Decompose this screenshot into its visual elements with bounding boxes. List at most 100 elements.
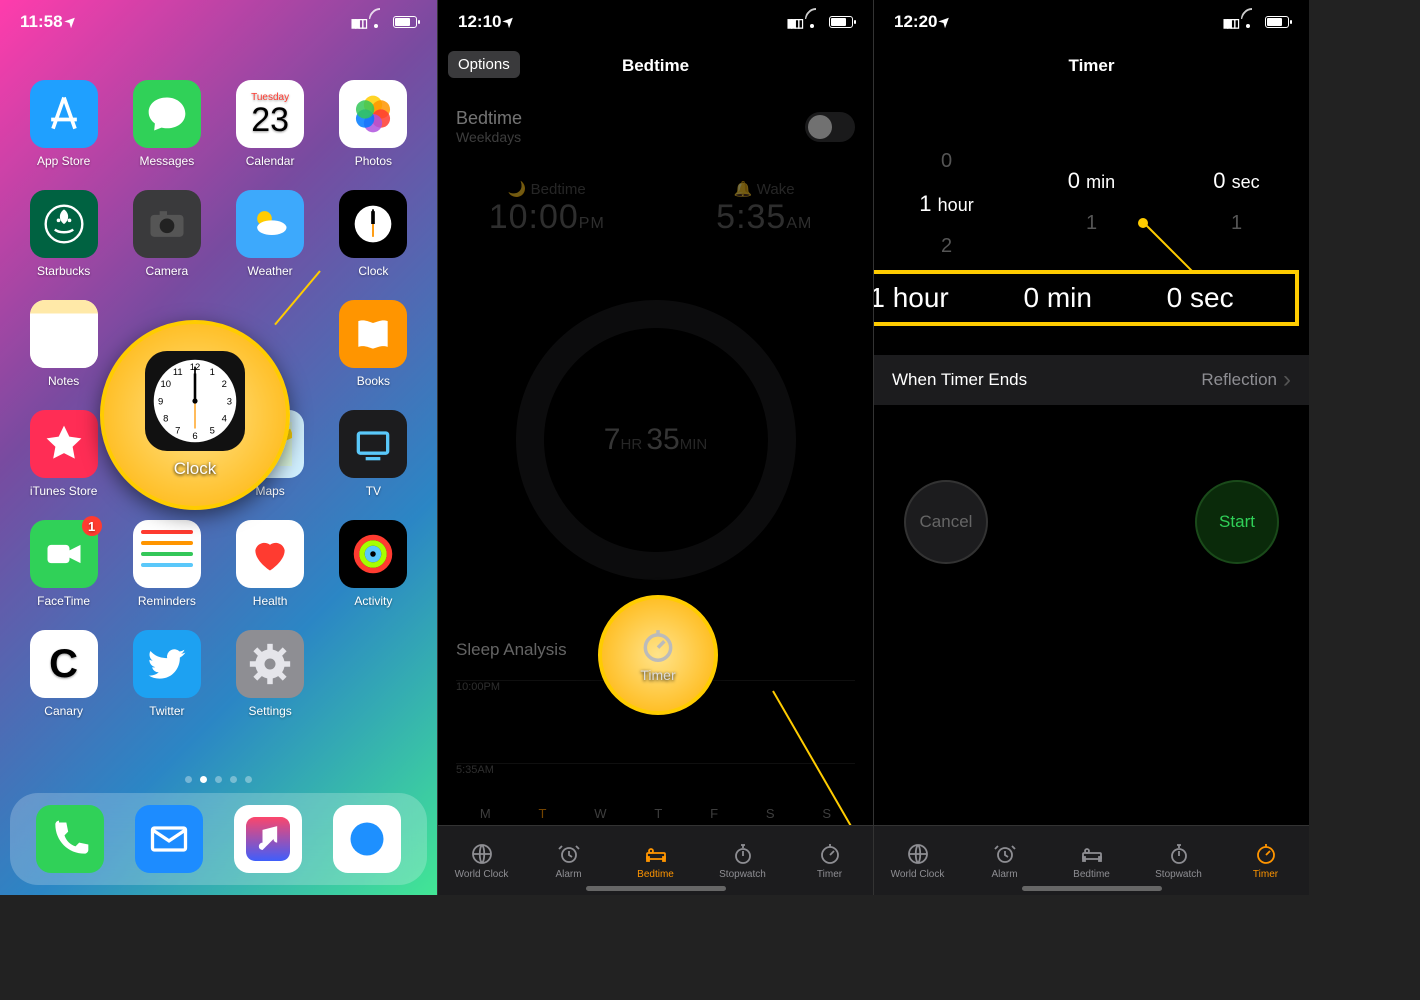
app-twitter[interactable]: Twitter	[121, 630, 212, 718]
canary-icon[interactable]: C	[30, 630, 98, 698]
svg-text:11: 11	[173, 367, 183, 378]
picker-unit: hour	[938, 195, 974, 215]
home-indicator[interactable]	[586, 886, 726, 891]
app-camera[interactable]: Camera	[121, 190, 212, 278]
tab-stopwatch[interactable]: Stopwatch	[699, 826, 786, 895]
app-calendar[interactable]: Tuesday23 Calendar	[225, 80, 316, 168]
tab-world-clock[interactable]: World Clock	[438, 826, 525, 895]
app-label: Clock	[358, 264, 388, 278]
dock-app-phone[interactable]	[36, 805, 104, 873]
app-tv[interactable]: TV	[328, 410, 419, 498]
app-reminders[interactable]: Reminders	[121, 520, 212, 608]
page-dot[interactable]	[230, 776, 237, 783]
location-icon	[941, 12, 952, 32]
tab-alarm[interactable]: Alarm	[525, 826, 612, 895]
tab-stopwatch[interactable]: Stopwatch	[1135, 826, 1222, 895]
zoom-callout-timer: Timer	[598, 595, 718, 715]
cancel-button[interactable]: Cancel	[904, 480, 988, 564]
app-books[interactable]: Books	[328, 300, 419, 388]
app-label: Canary	[44, 704, 83, 718]
app-label: Calendar	[246, 154, 295, 168]
cancel-button-label: Cancel	[920, 512, 973, 532]
tv-icon[interactable]	[339, 410, 407, 478]
app-weather[interactable]: Weather	[225, 190, 316, 278]
tab-timer[interactable]: Timer	[786, 826, 873, 895]
photos-icon[interactable]	[339, 80, 407, 148]
day-label: T	[654, 806, 662, 821]
home-indicator[interactable]	[1022, 886, 1162, 891]
bedtime-toggle[interactable]	[805, 112, 855, 142]
tab-timer[interactable]: Timer	[1222, 826, 1309, 895]
options-button[interactable]: Options	[448, 51, 520, 78]
svg-text:10: 10	[161, 379, 172, 390]
sleep-duration-hours: 7	[604, 423, 621, 456]
app-photos[interactable]: Photos	[328, 80, 419, 168]
panel-clock-bedtime: 12:10 Options Bedtime Bedtime Weekdays 🌙…	[437, 0, 873, 895]
star-icon[interactable]	[30, 410, 98, 478]
camera-icon[interactable]	[133, 190, 201, 258]
app-label: iTunes Store	[30, 484, 98, 498]
timer-icon	[818, 842, 842, 866]
timer-icon	[1254, 842, 1278, 866]
page-dot[interactable]	[185, 776, 192, 783]
heart-icon[interactable]	[236, 520, 304, 588]
video-icon[interactable]: 1	[30, 520, 98, 588]
start-button[interactable]: Start	[1195, 480, 1279, 564]
weather-icon[interactable]	[236, 190, 304, 258]
when-timer-ends-row[interactable]: When Timer Ends Reflection	[874, 355, 1309, 405]
page-indicator[interactable]	[0, 776, 437, 783]
app-health[interactable]: Health	[225, 520, 316, 608]
gear-icon[interactable]	[236, 630, 304, 698]
bedtime-col-label: Bedtime	[531, 181, 586, 198]
tab-bedtime[interactable]: Bedtime	[612, 826, 699, 895]
app-activity[interactable]: Activity	[328, 520, 419, 608]
app-facetime[interactable]: 1FaceTime	[18, 520, 109, 608]
page-dot[interactable]	[215, 776, 222, 783]
nav-bar: Timer	[874, 44, 1309, 88]
tab-alarm[interactable]: Alarm	[961, 826, 1048, 895]
page-dot[interactable]	[245, 776, 252, 783]
page-dot-active[interactable]	[200, 776, 207, 783]
reminders-icon[interactable]	[133, 520, 201, 588]
location-icon	[67, 12, 78, 32]
svg-text:7: 7	[175, 426, 180, 437]
app-notes[interactable]: Notes	[18, 300, 109, 388]
sleep-duration-ring[interactable]: 7HR 35MIN	[516, 300, 796, 580]
stopwatch-icon	[731, 842, 755, 866]
app-canary[interactable]: C Canary	[18, 630, 109, 718]
app-label: Photos	[355, 154, 392, 168]
clock-icon[interactable]	[339, 190, 407, 258]
activity-icon[interactable]	[339, 520, 407, 588]
sleep-days-row: MTWTFSS	[456, 806, 855, 821]
notes-icon[interactable]	[30, 300, 98, 368]
message-icon[interactable]	[133, 80, 201, 148]
tab-world-clock[interactable]: World Clock	[874, 826, 961, 895]
app-starbucks[interactable]: Starbucks	[18, 190, 109, 278]
svg-text:6: 6	[192, 431, 197, 442]
wifi-icon	[807, 16, 823, 28]
sleep-duration-min: 35	[646, 423, 679, 456]
day-label: M	[480, 806, 491, 821]
cal-icon[interactable]: Tuesday23	[236, 80, 304, 148]
tab-label: Timer	[817, 869, 842, 880]
starbucks-icon[interactable]	[30, 190, 98, 258]
dock-app-safari[interactable]	[333, 805, 401, 873]
dock-app-mail[interactable]	[135, 805, 203, 873]
app-app-store[interactable]: App Store	[18, 80, 109, 168]
timer-readout-highlight: 1 hour 0 min 0 sec	[873, 270, 1299, 326]
dock-app-music[interactable]	[234, 805, 302, 873]
appstore-icon[interactable]	[30, 80, 98, 148]
app-messages[interactable]: Messages	[121, 80, 212, 168]
status-bar: 12:10	[438, 0, 873, 44]
app-clock[interactable]: Clock	[328, 190, 419, 278]
tab-bedtime[interactable]: Bedtime	[1048, 826, 1135, 895]
notification-badge: 1	[82, 516, 102, 536]
battery-icon	[829, 16, 853, 28]
status-bar: 12:20	[874, 0, 1309, 44]
alarm-icon	[557, 842, 581, 866]
book-icon[interactable]	[339, 300, 407, 368]
twitter-icon[interactable]	[133, 630, 201, 698]
tab-label: Stopwatch	[1155, 869, 1202, 880]
app-settings[interactable]: Settings	[225, 630, 316, 718]
app-itunes-store[interactable]: iTunes Store	[18, 410, 109, 498]
